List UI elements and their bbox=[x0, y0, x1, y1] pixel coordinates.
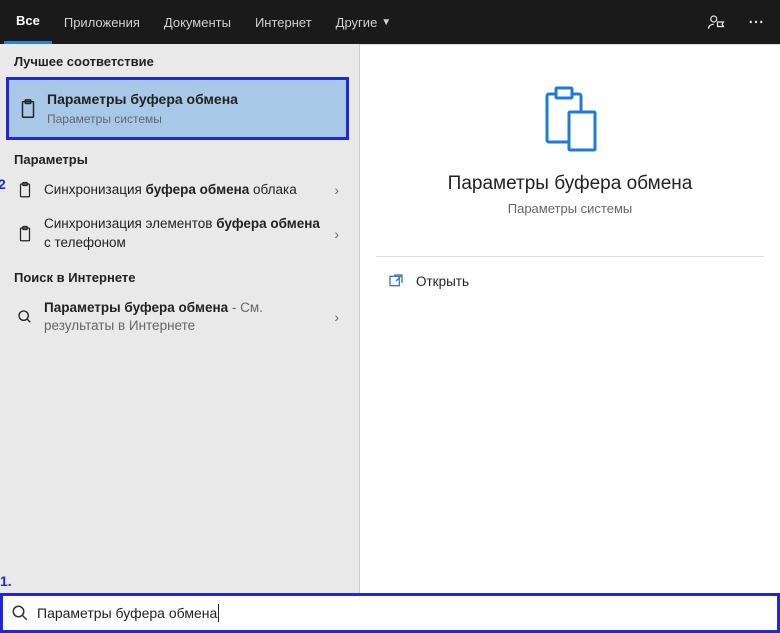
divider bbox=[376, 256, 764, 257]
tab-more[interactable]: Другие ▼ bbox=[324, 0, 404, 44]
preview-title: Параметры буфера обмена bbox=[380, 173, 760, 195]
best-match-title: Параметры буфера обмена bbox=[47, 90, 338, 109]
tab-web[interactable]: Интернет bbox=[243, 0, 324, 44]
more-options-icon[interactable] bbox=[736, 0, 776, 44]
clipboard-large-icon bbox=[535, 85, 605, 155]
result-item[interactable]: Синхронизация буфера обмена облака › bbox=[0, 173, 359, 207]
tab-all[interactable]: Все bbox=[4, 0, 52, 44]
section-best-match: Лучшее соответствие bbox=[0, 44, 359, 75]
best-match-result[interactable]: Параметры буфера обмена Параметры систем… bbox=[6, 77, 349, 140]
open-label: Открыть bbox=[416, 274, 469, 289]
tab-label: Интернет bbox=[255, 15, 312, 30]
open-action[interactable]: Открыть bbox=[376, 267, 764, 295]
clipboard-icon bbox=[17, 98, 39, 120]
section-web: Поиск в Интернете bbox=[0, 260, 359, 291]
text-caret bbox=[218, 604, 219, 622]
tab-label: Документы bbox=[164, 15, 231, 30]
clipboard-icon bbox=[14, 181, 36, 199]
best-match-text: Параметры буфера обмена Параметры систем… bbox=[47, 90, 338, 127]
result-text: Синхронизация элементов буфера обмена с … bbox=[44, 215, 328, 251]
search-icon bbox=[14, 309, 36, 325]
chevron-down-icon: ▼ bbox=[381, 17, 391, 28]
result-text: Синхронизация буфера обмена облака bbox=[44, 181, 328, 199]
search-bar[interactable]: Параметры буфера обмена bbox=[0, 593, 780, 633]
chevron-right-icon[interactable]: › bbox=[328, 182, 345, 198]
preview-pane: Параметры буфера обмена Параметры систем… bbox=[360, 44, 780, 593]
section-params: Параметры bbox=[0, 142, 359, 173]
feedback-icon[interactable] bbox=[696, 0, 736, 44]
search-input[interactable]: Параметры буфера обмена bbox=[37, 604, 769, 622]
best-match-sub: Параметры системы bbox=[47, 111, 338, 127]
search-value: Параметры буфера обмена bbox=[37, 605, 217, 621]
result-item[interactable]: Синхронизация элементов буфера обмена с … bbox=[0, 207, 359, 259]
tab-label: Другие bbox=[336, 15, 378, 30]
top-tab-bar: Все Приложения Документы Интернет Другие… bbox=[0, 0, 780, 44]
tab-label: Все bbox=[16, 13, 40, 28]
clipboard-icon bbox=[14, 225, 36, 243]
search-icon bbox=[11, 604, 29, 622]
results-pane: Лучшее соответствие 2 Параметры буфера о… bbox=[0, 44, 360, 593]
preview-sub: Параметры системы bbox=[380, 201, 760, 216]
tab-apps[interactable]: Приложения bbox=[52, 0, 152, 44]
tab-label: Приложения bbox=[64, 15, 140, 30]
annotation-1: 1. bbox=[0, 573, 12, 589]
tab-docs[interactable]: Документы bbox=[152, 0, 243, 44]
result-item-web[interactable]: Параметры буфера обмена - См. результаты… bbox=[0, 291, 359, 343]
chevron-right-icon[interactable]: › bbox=[328, 226, 345, 242]
open-icon bbox=[384, 273, 408, 289]
result-text: Параметры буфера обмена - См. результаты… bbox=[44, 299, 328, 335]
chevron-right-icon[interactable]: › bbox=[328, 309, 345, 325]
